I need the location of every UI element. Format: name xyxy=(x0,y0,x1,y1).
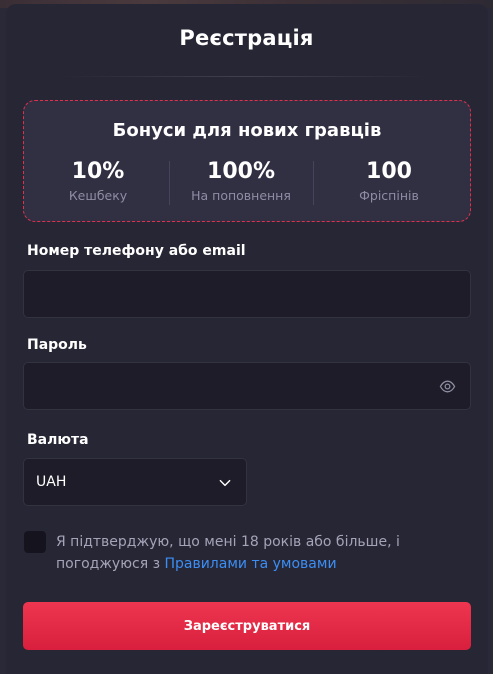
register-button[interactable]: Зареєструватися xyxy=(23,602,471,650)
bonus-freespins-value: 100 xyxy=(366,159,412,184)
bonus-deposit-value: 100% xyxy=(207,159,275,184)
chevron-down-icon xyxy=(219,479,231,487)
bonus-divider xyxy=(313,161,314,205)
login-input[interactable] xyxy=(23,270,471,318)
currency-label: Валюта xyxy=(27,432,89,448)
age-consent-text: Я підтверджую, що мені 18 років або біль… xyxy=(56,531,476,575)
bonus-freespins: 100 Фріспінів xyxy=(319,159,459,203)
age-consent-checkbox[interactable] xyxy=(24,531,46,553)
eye-icon[interactable] xyxy=(439,378,456,395)
terms-link[interactable]: Правилами та умовами xyxy=(164,556,336,572)
login-label: Номер телефону або email xyxy=(27,243,246,259)
currency-value: UAH xyxy=(36,474,67,490)
password-input[interactable] xyxy=(23,362,471,410)
password-label: Пароль xyxy=(27,337,87,353)
bonus-deposit-label: На поповнення xyxy=(191,188,291,203)
bonus-cashback-value: 10% xyxy=(71,159,125,184)
bonus-panel: Бонуси для нових гравців 10% Кешбеку 100… xyxy=(23,100,471,222)
bonus-divider xyxy=(169,161,170,205)
currency-select[interactable]: UAH xyxy=(23,458,247,506)
bonus-cashback: 10% Кешбеку xyxy=(28,159,168,203)
page-title: Реєстрація xyxy=(179,26,314,50)
bonus-deposit: 100% На поповнення xyxy=(171,159,311,203)
bonus-cashback-label: Кешбеку xyxy=(68,188,128,203)
bonus-freespins-label: Фріспінів xyxy=(359,188,419,203)
bonus-title: Бонуси для нових гравців xyxy=(112,120,382,141)
title-divider xyxy=(60,76,433,77)
